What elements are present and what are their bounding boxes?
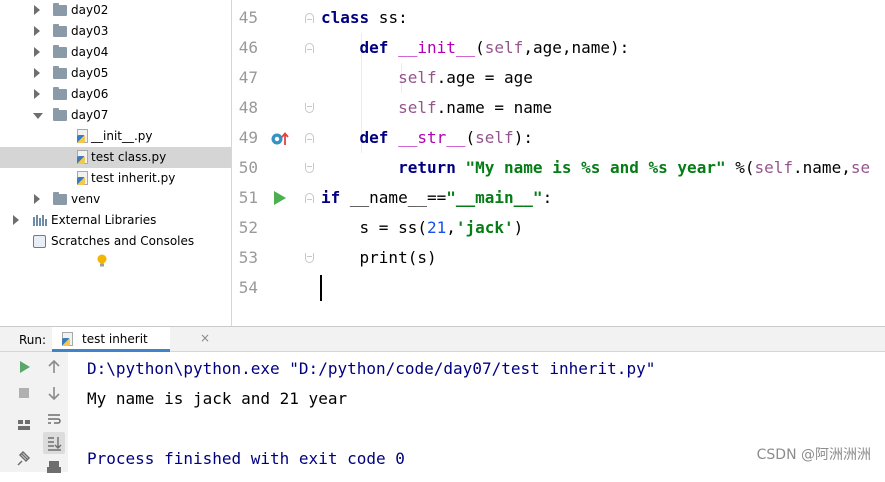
python-file-icon [77,129,88,143]
folder-icon [53,3,67,16]
print-icon[interactable] [43,456,65,478]
tree-item-label: day05 [71,66,109,80]
line-number: 52 [238,218,258,237]
python-file-icon [77,150,88,164]
run-arrow-icon[interactable] [272,189,288,207]
console-line: My name is jack and 21 year [87,389,348,408]
tree-item-label: day04 [71,45,109,59]
run-panel-header: Run: test inherit × [0,326,885,352]
expand-arrow-right-icon[interactable] [34,47,40,57]
stop-icon[interactable] [13,382,35,404]
line-number: 51 [238,188,258,207]
expand-arrow-right-icon[interactable] [34,68,40,78]
folder-icon [53,66,67,79]
project-panel: day02 day03 day04 day05 day06 day07 __init__.p… [0,0,232,326]
tree-item-label: day02 [71,3,109,17]
python-file-icon [77,171,88,185]
expand-arrow-right-icon[interactable] [34,5,40,15]
tree-item-label: External Libraries [51,213,157,227]
folder-icon [53,192,67,205]
tree-item-label: test inherit.py [91,171,176,185]
line-number: 46 [238,38,258,57]
line-number: 50 [238,158,258,177]
tree-item-label: day06 [71,87,109,101]
soft-wrap-icon[interactable] [43,408,65,430]
code-line: class ss: [321,8,408,27]
override-method-icon[interactable] [270,130,290,148]
expand-arrow-right-icon[interactable] [34,194,40,204]
tree-item[interactable]: venv [0,189,231,210]
code-line: self.name = name [398,98,553,117]
tree-item[interactable]: day06 [0,84,231,105]
line-number: 48 [238,98,258,117]
expand-arrow-down-icon[interactable] [33,113,43,119]
line-number: 54 [238,278,258,297]
console-line: Process finished with exit code 0 [87,449,405,468]
code-line: def __str__(self): [359,128,533,147]
library-icon [33,215,47,226]
tree-item[interactable]: test inherit.py [0,168,231,189]
folder-icon [53,24,67,37]
tree-item-label: venv [71,192,101,206]
up-arrow-icon[interactable] [43,356,65,378]
down-arrow-icon[interactable] [43,382,65,404]
run-tab-test-inherit[interactable]: test inherit × [52,327,210,352]
expand-arrow-right-icon[interactable] [34,26,40,36]
intention-bulb-icon[interactable] [96,253,108,269]
fold-start-icon[interactable] [305,43,314,53]
tree-item[interactable]: test class.py [0,147,231,168]
tree-item[interactable]: Scratches and Consoles [0,231,231,252]
tree-item-label: day03 [71,24,109,38]
line-number: 45 [238,8,258,27]
fold-end-icon[interactable] [305,163,314,173]
run-toolbar [0,352,68,473]
rerun-icon[interactable] [13,356,35,378]
code-line: print(s) [321,248,437,267]
tree-item[interactable]: day03 [0,21,231,42]
line-number: 53 [238,248,258,267]
fold-start-icon[interactable] [305,193,314,203]
run-panel-label: Run: [19,333,47,347]
pin-icon[interactable] [13,448,35,470]
tree-item[interactable]: day05 [0,63,231,84]
scroll-to-end-icon[interactable] [43,432,65,454]
fold-start-icon[interactable] [305,13,314,23]
fold-end-icon[interactable] [305,103,314,113]
tree-item[interactable]: __init__.py [0,126,231,147]
tree-item-label: day07 [71,108,109,122]
code-line: self.age = age [398,68,533,87]
tree-item[interactable]: day04 [0,42,231,63]
editor-gutter: 45 46 47 48 49 50 51 52 53 54 [232,0,318,326]
line-number: 47 [238,68,258,87]
expand-arrow-right-icon[interactable] [34,89,40,99]
tree-item[interactable]: day02 [0,0,231,21]
fold-end-icon[interactable] [305,253,314,263]
tree-item-label: Scratches and Consoles [51,234,195,248]
tree-item-label: __init__.py [91,129,153,143]
folder-icon [53,45,67,58]
code-line: if __name__=="__main__": [321,188,553,207]
close-tab-icon[interactable]: × [200,331,210,345]
layout-icon[interactable] [13,414,35,436]
watermark: CSDN @阿洲洲洲 [756,447,871,463]
code-line: return "My name is %s and %s year" %(sel… [398,158,871,177]
run-tab-label: test inherit [82,332,148,346]
folder-icon [53,108,67,121]
code-editor[interactable]: class ss: def __init__(self,age,name): s… [318,0,885,326]
code-line: s = ss(21,'jack') [321,218,524,237]
line-number: 49 [238,128,258,147]
console-line: D:\python\python.exe "D:/python/code/day… [87,359,656,378]
tree-item-label: test class.py [91,150,167,164]
folder-icon [53,87,67,100]
code-line: def __init__(self,age,name): [359,38,630,57]
fold-start-icon[interactable] [305,133,314,143]
text-caret [320,275,322,301]
tree-item[interactable]: day07 [0,105,231,126]
scratch-icon [33,235,46,248]
tree-item[interactable]: External Libraries [0,210,231,231]
python-file-icon [62,332,73,346]
expand-arrow-right-icon[interactable] [13,215,19,225]
